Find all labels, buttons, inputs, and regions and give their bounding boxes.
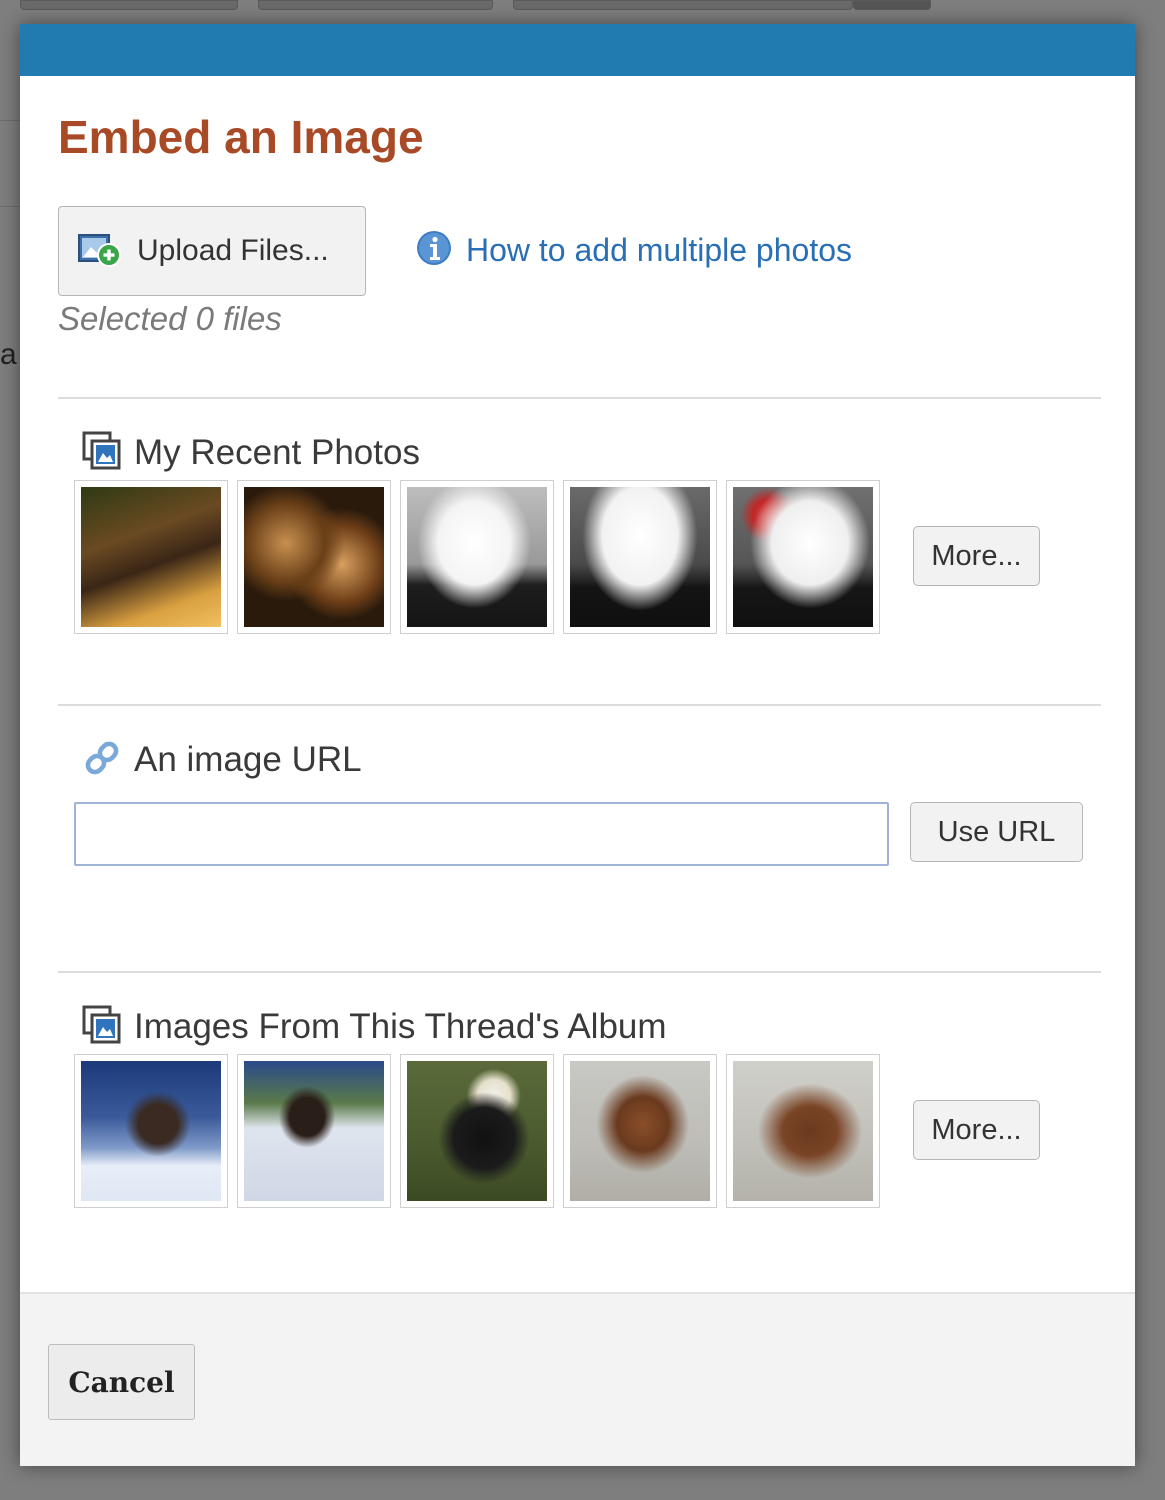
- background-divider: [0, 120, 22, 121]
- recent-photo-thumbnail[interactable]: [726, 480, 880, 634]
- image-url-heading: An image URL: [82, 738, 362, 782]
- photo-image: [407, 1061, 547, 1201]
- photo-image: [81, 1061, 221, 1201]
- background-tab: [258, 0, 493, 10]
- image-url-title: An image URL: [134, 740, 362, 779]
- recent-photo-thumbnail[interactable]: [400, 480, 554, 634]
- use-url-button[interactable]: Use URL: [910, 802, 1083, 862]
- upload-files-button[interactable]: Upload Files...: [58, 206, 366, 296]
- cancel-button[interactable]: Cancel: [48, 1344, 195, 1420]
- photo-image: [733, 1061, 873, 1201]
- photo-image: [570, 1061, 710, 1201]
- photo-image: [81, 487, 221, 627]
- dialog-title: Embed an Image: [58, 111, 424, 163]
- thread-album-heading: Images From This Thread's Album: [82, 1005, 667, 1049]
- section-divider: [58, 397, 1101, 399]
- section-divider: [58, 971, 1101, 973]
- background-divider: [0, 206, 22, 207]
- selected-files-count: Selected 0 files: [58, 300, 282, 337]
- dialog-topbar: [20, 24, 1135, 76]
- gallery-icon: [82, 1005, 122, 1050]
- gallery-icon: [82, 431, 122, 476]
- background-text: a: [0, 338, 17, 371]
- recent-photo-thumbnail[interactable]: [74, 480, 228, 634]
- dialog-footer: Cancel: [20, 1292, 1135, 1466]
- upload-files-label: Upload Files...: [137, 234, 329, 267]
- photo-image: [407, 487, 547, 627]
- album-photo-thumbnail[interactable]: [400, 1054, 554, 1208]
- recent-photos-heading: My Recent Photos: [82, 431, 420, 475]
- recent-photos-more-button[interactable]: More...: [913, 526, 1040, 586]
- photo-image: [244, 1061, 384, 1201]
- background-tab: [853, 0, 931, 10]
- recent-photo-thumbnail[interactable]: [563, 480, 717, 634]
- section-divider: [58, 704, 1101, 706]
- embed-image-dialog: Embed an Image Upload Files... How to ad…: [20, 24, 1135, 1466]
- info-icon: [416, 230, 452, 271]
- help-link-label: How to add multiple photos: [466, 231, 852, 268]
- background-tab: [20, 0, 238, 10]
- upload-image-icon: [77, 229, 123, 274]
- album-photo-thumbnail[interactable]: [237, 1054, 391, 1208]
- thread-album-more-button[interactable]: More...: [913, 1100, 1040, 1160]
- recent-photos-title: My Recent Photos: [134, 433, 420, 472]
- thread-album-list: [74, 1054, 880, 1208]
- album-photo-thumbnail[interactable]: [726, 1054, 880, 1208]
- photo-image: [244, 487, 384, 627]
- help-link-multiple-photos[interactable]: How to add multiple photos: [416, 230, 852, 270]
- link-icon: [82, 738, 122, 783]
- recent-photos-list: [74, 480, 880, 634]
- thread-album-title: Images From This Thread's Album: [134, 1007, 667, 1046]
- recent-photo-thumbnail[interactable]: [237, 480, 391, 634]
- image-url-input[interactable]: [74, 802, 889, 866]
- photo-image: [570, 487, 710, 627]
- album-photo-thumbnail[interactable]: [74, 1054, 228, 1208]
- album-photo-thumbnail[interactable]: [563, 1054, 717, 1208]
- background-tab: [513, 0, 853, 10]
- photo-image: [733, 487, 873, 627]
